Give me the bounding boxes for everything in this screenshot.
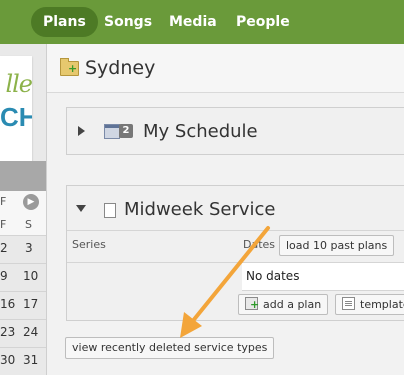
dow-friday-label: F xyxy=(0,218,7,231)
add-plan-button[interactable]: add a plan xyxy=(238,294,329,315)
calendar-week: 23 24 xyxy=(0,319,46,347)
add-plan-label: add a plan xyxy=(263,298,322,311)
calendar-next-icon[interactable]: ▶ xyxy=(23,194,39,210)
calendar-day[interactable]: 2 xyxy=(0,241,8,255)
service-type-title[interactable]: Midweek Service xyxy=(124,199,276,220)
collapse-icon[interactable] xyxy=(76,205,86,212)
calendar-week: 9 10 xyxy=(0,263,46,291)
folder-add-icon: + xyxy=(60,58,79,76)
calendar-dow-row: F ▶ xyxy=(0,191,46,215)
view-deleted-service-types-button[interactable]: view recently deleted service types xyxy=(65,337,275,359)
page-title: Sydney xyxy=(85,57,156,79)
no-dates-row: No dates xyxy=(242,262,404,291)
dates-column-label: Dates xyxy=(243,238,276,251)
calendar-day[interactable]: 30 xyxy=(0,353,15,367)
service-type-icon xyxy=(104,200,120,218)
calendar-day[interactable]: 9 xyxy=(0,269,8,283)
my-schedule-panel: 2 My Schedule xyxy=(66,107,404,155)
calendar-day[interactable]: 31 xyxy=(23,353,38,367)
calendar-day[interactable]: 23 xyxy=(0,325,15,339)
expand-icon[interactable] xyxy=(78,126,85,136)
dow-friday: F xyxy=(0,195,7,208)
no-dates-text: No dates xyxy=(246,269,300,283)
dow-saturday-label: S xyxy=(25,218,32,231)
logo-text-bottom: CH xyxy=(0,102,32,132)
calendar-dow-row-2: F S xyxy=(0,215,46,235)
series-cell xyxy=(67,262,242,290)
page-header: + Sydney xyxy=(47,44,404,93)
nav-songs[interactable]: Songs xyxy=(92,7,164,37)
load-past-plans-button[interactable]: load 10 past plans xyxy=(279,235,395,256)
calendar-week: 2 3 xyxy=(0,235,46,263)
top-nav: Plans Songs Media People xyxy=(0,0,404,44)
templates-button[interactable]: templates xyxy=(335,294,404,315)
calendar-day[interactable]: 10 xyxy=(23,269,38,283)
logo-text-top: lle xyxy=(5,70,32,98)
calendar-day[interactable]: 24 xyxy=(23,325,38,339)
add-plan-icon xyxy=(245,295,259,314)
calendar-day[interactable]: 17 xyxy=(23,297,38,311)
my-schedule-title[interactable]: My Schedule xyxy=(143,121,258,142)
series-column-label: Series xyxy=(72,238,106,251)
schedule-count-badge: 2 xyxy=(119,124,133,138)
calendar-icon xyxy=(104,124,120,139)
calendar-grid: 2 3 9 10 16 17 23 24 30 31 xyxy=(0,235,46,375)
templates-label: templates xyxy=(360,298,404,311)
calendar-week: 16 17 xyxy=(0,291,46,319)
plans-grid-header: Series Dates load 10 past plans xyxy=(67,230,404,263)
midweek-service-panel: Midweek Service Series Dates load 10 pas… xyxy=(66,185,404,321)
sidebar: lle CH F ▶ F S 2 3 9 10 16 17 23 24 30 3… xyxy=(0,44,47,375)
calendar-day[interactable]: 16 xyxy=(0,297,15,311)
nav-people[interactable]: People xyxy=(224,7,302,37)
calendar-week: 30 31 xyxy=(0,347,46,375)
calendar-day[interactable]: 3 xyxy=(25,241,33,255)
nav-media[interactable]: Media xyxy=(157,7,229,37)
nav-plans[interactable]: Plans xyxy=(31,7,98,37)
templates-icon xyxy=(342,297,355,310)
